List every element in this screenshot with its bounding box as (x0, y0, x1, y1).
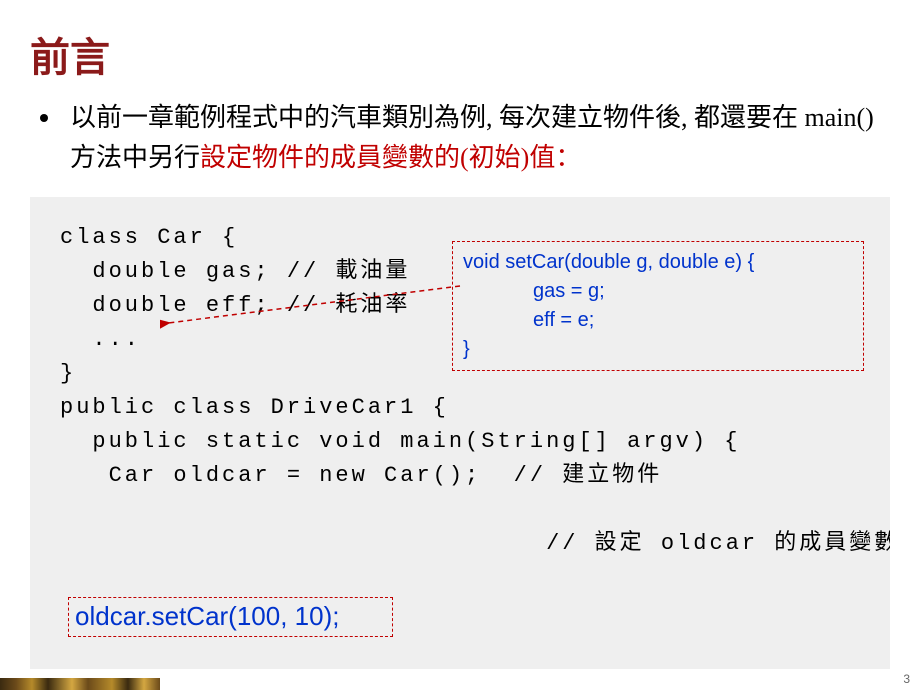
callout-setcar-definition: void setCar(double g, double e) { gas = … (452, 241, 864, 371)
callout-line: } (463, 335, 853, 364)
code-line-comment: // 設定 oldcar 的成員變數值 (546, 531, 890, 556)
callout-line: void setCar(double g, double e) { (463, 248, 853, 277)
bullet-dot-icon (40, 114, 48, 122)
code-line: public static void main(String[] argv) { (60, 425, 860, 459)
callout-line: eff = e; (463, 306, 853, 335)
code-line-with-call: oldcar.setCar(100,10)// 設定 oldcar 的成員變數值 (60, 493, 860, 595)
slide: 前言 以前一章範例程式中的汽車類別為例, 每次建立物件後, 都還要在 main(… (0, 0, 920, 690)
slide-title: 前言 (30, 25, 890, 83)
bullet-item: 以前一章範例程式中的汽車類別為例, 每次建立物件後, 都還要在 main() 方… (40, 98, 890, 179)
code-line: public class DriveCar1 { (60, 391, 860, 425)
page-number: 3 (903, 672, 910, 686)
decorative-strip (0, 678, 160, 690)
bullet-text: 以前一章範例程式中的汽車類別為例, 每次建立物件後, 都還要在 main() 方… (70, 98, 890, 179)
callout-line: gas = g; (463, 277, 853, 306)
code-line: Car oldcar = new Car(); // 建立物件 (60, 459, 860, 493)
callout-setcar-invocation: oldcar.setCar(100, 10); (68, 597, 393, 637)
bullet-text-highlight: 設定物件的成員變數的(初始)值： (200, 143, 581, 172)
code-block: class Car { double gas; // 載油量 double ef… (30, 197, 890, 669)
